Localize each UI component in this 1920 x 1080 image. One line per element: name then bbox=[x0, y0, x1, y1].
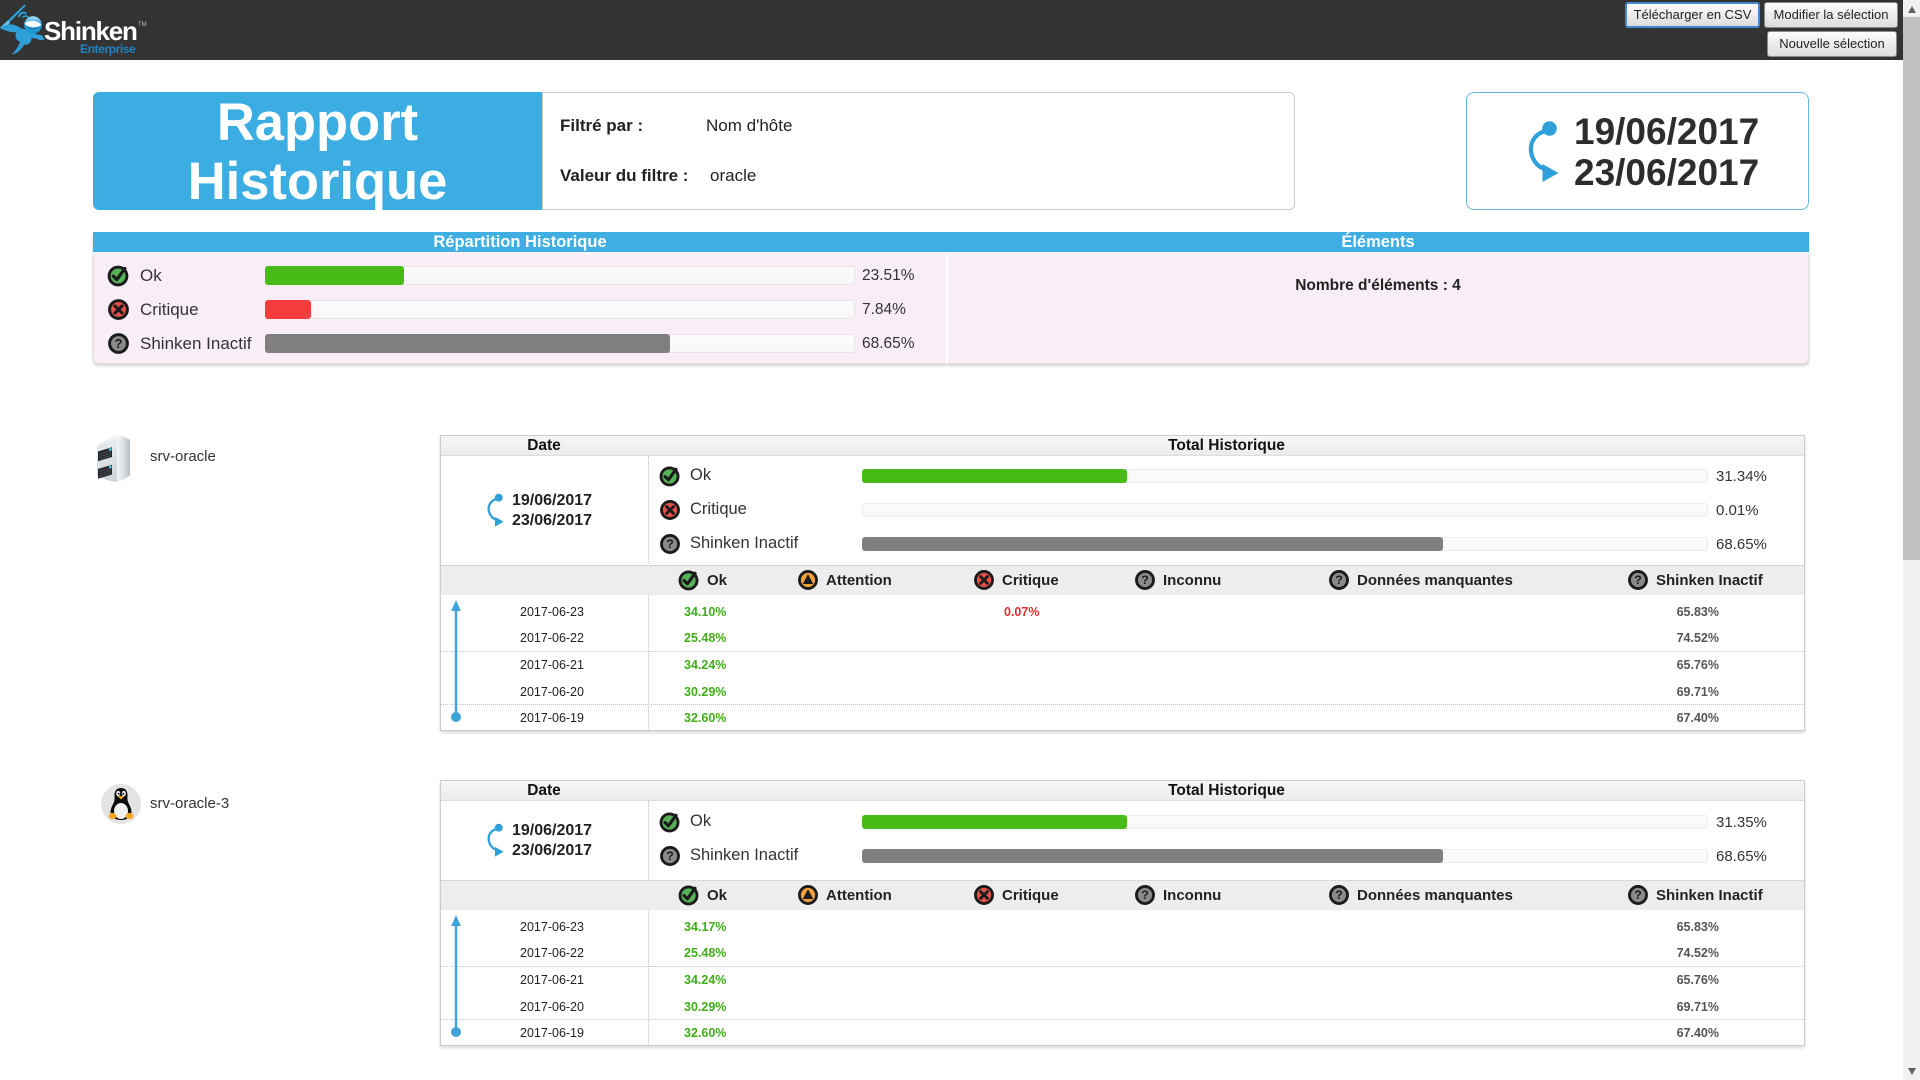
svg-text:?: ? bbox=[115, 336, 123, 351]
svg-text:?: ? bbox=[1141, 573, 1149, 587]
svg-text:?: ? bbox=[1335, 888, 1343, 902]
svg-text:?: ? bbox=[666, 537, 674, 551]
svg-text:?: ? bbox=[1335, 573, 1343, 587]
svg-text:?: ? bbox=[1634, 888, 1642, 902]
svg-text:?: ? bbox=[666, 849, 674, 863]
svg-text:Enterprise: Enterprise bbox=[80, 42, 136, 56]
svg-text:?: ? bbox=[1634, 573, 1642, 587]
svg-text:TM: TM bbox=[138, 22, 147, 28]
svg-text:?: ? bbox=[1141, 888, 1149, 902]
